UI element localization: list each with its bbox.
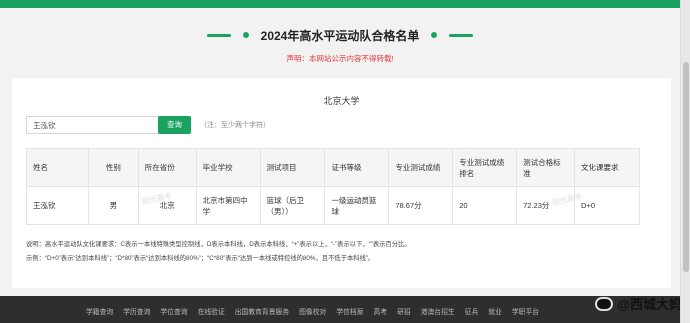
vertical-scrollbar[interactable] — [680, 0, 690, 323]
copyright-notice: 声明：本网站公示内容不得转载! — [286, 54, 394, 63]
header-province: 所在省份 — [137, 148, 197, 187]
footer-link[interactable]: 研招 — [397, 306, 411, 316]
table-row: 王泓钦 男 北京 北京市第四中学 篮球（后卫（男）） 一级运动员篮球 78.67… — [26, 186, 640, 225]
footer-link[interactable]: 在线验证 — [198, 306, 225, 316]
notes-line-1: 说明：高水平运动队文化课要求：C表示一本线特殊类型控制线，D表示本科线，D表示本… — [26, 241, 411, 248]
cell-name: 王泓钦 — [26, 186, 89, 225]
footer-link[interactable]: 港澳台招生 — [421, 306, 455, 316]
result-panel: 北京大学 王泓钦 查询 （注：至少两个字符） 阳光高考 阳光高考 阳光高考 阳光… — [12, 78, 671, 288]
cell-certificate: 一级运动员篮球 — [324, 186, 390, 225]
cell-province: 北京 — [137, 186, 197, 225]
weibo-watermark: @西城大妈 — [595, 294, 682, 313]
header-score: 专业测试成绩 — [388, 148, 454, 187]
qualification-table: 姓名 性别 所在省份 毕业学校 测试项目 证书等级 专业测试成绩 专业测试成绩排… — [26, 148, 640, 225]
footer-bar: 学籍查询 学历查询 学位查询 在线验证 出国教育背景服务 图像校对 学信档案 高… — [0, 296, 690, 323]
page-title: 2024年高水平运动队合格名单 — [260, 28, 420, 43]
cell-score: 78.67分 — [388, 186, 454, 225]
weibo-logo-icon — [595, 296, 614, 311]
footer-link[interactable]: 图像校对 — [299, 306, 326, 316]
top-accent-bar — [0, 0, 690, 8]
title-left-dash — [206, 33, 231, 37]
cell-gender: 男 — [87, 186, 139, 225]
footer-link[interactable]: 学职平台 — [512, 306, 539, 316]
header-standard: 测试合格标准 — [516, 148, 576, 187]
header-gender: 性别 — [87, 148, 139, 187]
university-name: 北京大学 — [323, 96, 360, 106]
search-button[interactable]: 查询 — [158, 116, 191, 134]
table-header-row: 姓名 性别 所在省份 毕业学校 测试项目 证书等级 专业测试成绩 专业测试成绩排… — [26, 148, 640, 187]
notes-line-2: 示例：“D+0”表示“达到本科线”；“D*80”表示“达到本科线的80%”；“C… — [26, 255, 375, 262]
header-rank: 专业测试成绩排名 — [452, 148, 518, 187]
header-name: 姓名 — [26, 148, 89, 187]
header-test-item: 测试项目 — [259, 148, 326, 187]
footer-links: 学籍查询 学历查询 学位查询 在线验证 出国教育背景服务 图像校对 学信档案 高… — [86, 306, 539, 316]
cell-school: 北京市第四中学 — [195, 186, 261, 225]
footer-link[interactable]: 高考 — [374, 306, 388, 316]
footer-link[interactable]: 学籍查询 — [86, 306, 113, 316]
cell-standard: 72.23分 — [516, 186, 576, 225]
search-hint: （注：至少两个字符） — [200, 122, 270, 129]
name-search-input[interactable]: 王泓钦 — [26, 116, 160, 134]
header-culture-req: 文化课要求 — [574, 148, 640, 187]
header-certificate: 证书等级 — [324, 148, 390, 187]
explanation-notes: 说明：高水平运动队文化课要求：C表示一本线特殊类型控制线，D表示本科线，D表示本… — [26, 238, 656, 266]
footer-link[interactable]: 学历查询 — [123, 306, 150, 316]
footer-link[interactable]: 学位查询 — [160, 306, 187, 316]
header-school: 毕业学校 — [195, 148, 261, 187]
cell-rank: 20 — [452, 186, 518, 225]
footer-link[interactable]: 征兵 — [465, 306, 479, 316]
footer-link[interactable]: 就业 — [488, 306, 502, 316]
title-right-dash — [449, 33, 474, 37]
cell-culture-req: D+0 — [574, 186, 640, 225]
title-left-dot — [242, 32, 249, 38]
footer-link[interactable]: 学信档案 — [336, 306, 363, 316]
cell-test-item: 篮球（后卫（男）） — [259, 186, 326, 225]
title-right-dot — [431, 32, 438, 38]
page-title-block: 2024年高水平运动队合格名单 — [0, 22, 680, 48]
scrollbar-thumb[interactable] — [683, 62, 689, 272]
footer-link[interactable]: 出国教育背景服务 — [235, 306, 289, 316]
weibo-handle: @西城大妈 — [617, 297, 682, 312]
